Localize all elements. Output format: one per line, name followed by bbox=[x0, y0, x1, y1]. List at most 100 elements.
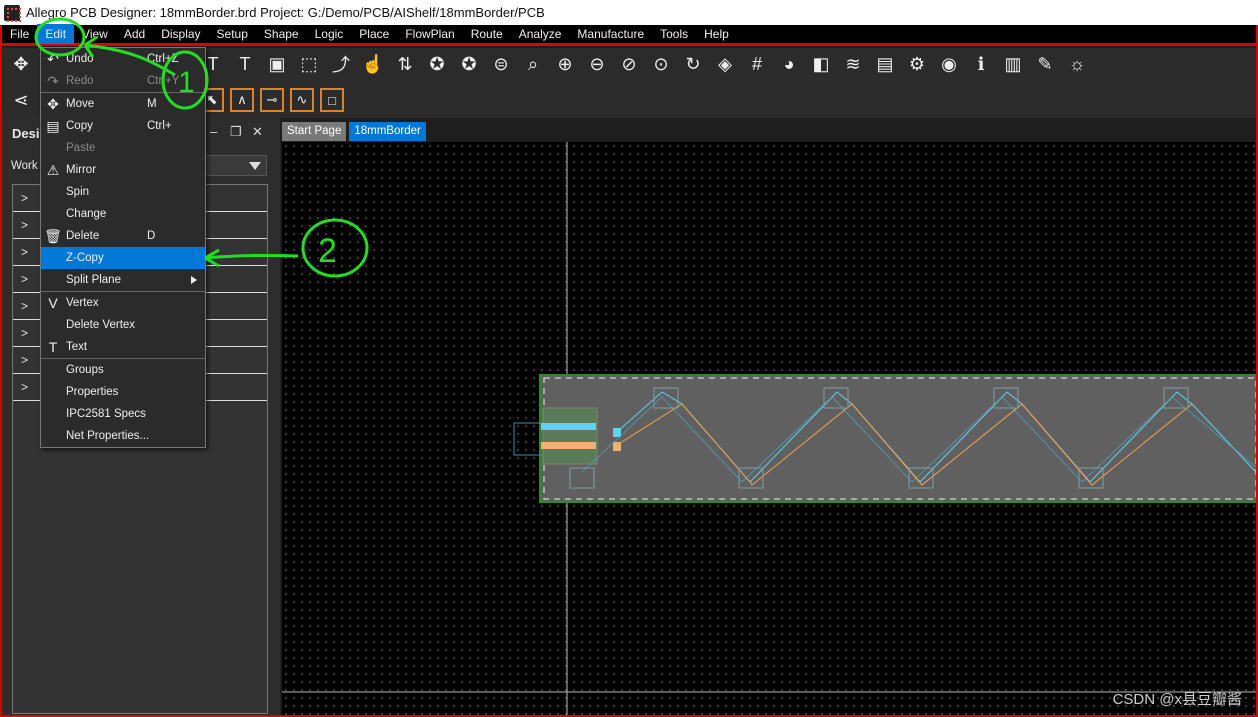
menu-item-label: Groups bbox=[66, 364, 104, 376]
menu-item-delete-vertex[interactable]: Delete Vertex bbox=[41, 314, 205, 336]
menu-item-split-plane[interactable]: Split Plane bbox=[41, 269, 205, 291]
fanout-icon[interactable]: ⊸ bbox=[260, 88, 284, 112]
menu-item-ipc2581-specs[interactable]: IPC2581 Specs bbox=[41, 403, 205, 425]
menu-item-z-copy[interactable]: Z-Copy bbox=[41, 247, 205, 269]
menu-item-label: Delete Vertex bbox=[66, 319, 136, 331]
document-tabs: Start Page 18mmBorder bbox=[282, 122, 426, 141]
info-icon[interactable]: ℹ bbox=[968, 51, 994, 77]
zoom-fit-icon[interactable]: ⊜ bbox=[488, 51, 514, 77]
brightness-icon[interactable]: ☼ bbox=[1064, 51, 1090, 77]
watermark: CSDN @x县豆瓣酱 bbox=[1112, 691, 1242, 708]
menu-item-mirror[interactable]: ⚠ Mirror bbox=[41, 159, 205, 181]
report-icon[interactable]: ▤ bbox=[872, 51, 898, 77]
menu-item-vertex[interactable]: V Vertex bbox=[41, 292, 205, 314]
menu-item-label: Delete bbox=[66, 230, 100, 242]
menu-item-label: Split Plane bbox=[66, 274, 121, 286]
shadow-icon[interactable]: ◧ bbox=[808, 51, 834, 77]
trash-icon: 🗑 bbox=[44, 228, 62, 244]
menu-file[interactable]: File bbox=[2, 24, 37, 44]
zoom-world-icon[interactable]: ⊙ bbox=[648, 51, 674, 77]
measure-icon[interactable]: ▥ bbox=[1000, 51, 1026, 77]
chevron-right-icon: > bbox=[21, 218, 29, 232]
menu-edit[interactable]: Edit bbox=[37, 24, 75, 44]
menu-item-properties[interactable]: Properties bbox=[41, 381, 205, 403]
3d-view-icon[interactable]: ◈ bbox=[712, 51, 738, 77]
visibility-icon[interactable]: ◉ bbox=[936, 51, 962, 77]
menu-item-label: Copy bbox=[66, 120, 93, 132]
frame-icon[interactable]: □ bbox=[320, 88, 344, 112]
menu-item-delete[interactable]: 🗑 Delete D bbox=[41, 225, 205, 247]
menu-item-change[interactable]: Change bbox=[41, 203, 205, 225]
menu-item-net-properties[interactable]: Net Properties... bbox=[41, 425, 205, 447]
menu-add[interactable]: Add bbox=[116, 24, 153, 44]
zoom-window-icon[interactable]: ⌕ bbox=[520, 51, 546, 77]
menu-item-undo[interactable]: ↶ Undo Ctrl+Z bbox=[41, 48, 205, 70]
bump-icon[interactable]: ∧ bbox=[230, 88, 254, 112]
unrats-icon[interactable]: ✪ bbox=[424, 51, 450, 77]
menu-item-redo[interactable]: ↷ Redo Ctrl+Y bbox=[41, 70, 205, 92]
text-icon: T bbox=[48, 339, 58, 355]
grid-icon[interactable]: # bbox=[744, 51, 770, 77]
mirror-icon: ⚠ bbox=[46, 162, 60, 178]
zoom-out-icon[interactable]: ⊖ bbox=[584, 51, 610, 77]
place-component-icon[interactable]: ▣ bbox=[264, 51, 290, 77]
move-icon: ✥ bbox=[47, 96, 59, 112]
paint-icon[interactable]: ✎ bbox=[1032, 51, 1058, 77]
menu-manufacture[interactable]: Manufacture bbox=[569, 24, 652, 44]
menu-item-paste[interactable]: Paste bbox=[41, 137, 205, 159]
tab-start-page[interactable]: Start Page bbox=[282, 122, 347, 141]
menu-display[interactable]: Display bbox=[153, 24, 208, 44]
menu-flowplan[interactable]: FlowPlan bbox=[397, 24, 462, 44]
slide-icon[interactable]: ☝ bbox=[360, 51, 386, 77]
menu-item-shortcut: Ctrl+ bbox=[147, 120, 172, 132]
rats-icon[interactable]: ✪ bbox=[456, 51, 482, 77]
menu-view[interactable]: View bbox=[74, 24, 116, 44]
menu-logic[interactable]: Logic bbox=[307, 24, 352, 44]
delay-tune-icon[interactable]: ⇅ bbox=[392, 51, 418, 77]
close-panel-button[interactable]: ✕ bbox=[252, 124, 263, 140]
menu-item-label: Move bbox=[66, 98, 95, 110]
menu-route[interactable]: Route bbox=[463, 24, 511, 44]
move-icon[interactable]: ✥ bbox=[8, 51, 34, 77]
menu-analyze[interactable]: Analyze bbox=[511, 24, 570, 44]
redraw-icon[interactable]: ↻ bbox=[680, 51, 706, 77]
share-icon[interactable]: ⋖ bbox=[8, 87, 34, 113]
route-icon[interactable]: ⤴ bbox=[328, 51, 354, 77]
float-panel-button[interactable]: ❐ bbox=[230, 124, 242, 140]
panel-title: Desi bbox=[12, 126, 40, 141]
menu-item-move[interactable]: ✥ Move M bbox=[41, 93, 205, 115]
board-outline bbox=[539, 374, 1256, 503]
menu-shape[interactable]: Shape bbox=[256, 24, 307, 44]
menu-item-groups[interactable]: Groups bbox=[41, 359, 205, 381]
zoom-in-icon[interactable]: ⊕ bbox=[552, 51, 578, 77]
waveform-icon[interactable]: ∿ bbox=[290, 88, 314, 112]
menu-item-text[interactable]: T Text bbox=[41, 336, 205, 358]
menu-item-label: Net Properties... bbox=[66, 430, 150, 442]
menu-item-label: Text bbox=[66, 341, 88, 353]
submenu-arrow-icon bbox=[191, 276, 201, 284]
menu-help[interactable]: Help bbox=[696, 24, 737, 44]
color-icon[interactable]: ◕ bbox=[776, 51, 802, 77]
menu-item-label: Redo bbox=[66, 75, 94, 87]
zoom-previous-icon[interactable]: ⊘ bbox=[616, 51, 642, 77]
minimize-panel-button[interactable]: ‒ bbox=[210, 124, 217, 139]
menu-item-label: IPC2581 Specs bbox=[66, 408, 146, 420]
edit-menu-dropdown: ↶ Undo Ctrl+Z ↷ Redo Ctrl+Y ✥ Move M ▤ Copy Ctrl+ Pa… bbox=[40, 47, 206, 448]
window-title: Allegro PCB Designer: 18mmBorder.brd Pro… bbox=[26, 5, 545, 20]
chip-select-icon[interactable]: ⬚ bbox=[296, 51, 322, 77]
layers-icon[interactable]: ≋ bbox=[840, 51, 866, 77]
menu-setup[interactable]: Setup bbox=[209, 24, 256, 44]
menu-item-shortcut: Ctrl+Z bbox=[147, 53, 179, 65]
workflow-label: Work bbox=[11, 160, 38, 172]
menu-item-spin[interactable]: Spin bbox=[41, 181, 205, 203]
pcb-canvas[interactable] bbox=[282, 142, 1256, 715]
menu-item-copy[interactable]: ▤ Copy Ctrl+ bbox=[41, 115, 205, 137]
edit-text-icon[interactable]: T bbox=[232, 51, 258, 77]
menu-place[interactable]: Place bbox=[351, 24, 397, 44]
tab-18mmborder[interactable]: 18mmBorder bbox=[349, 122, 426, 141]
menu-item-label: Mirror bbox=[66, 164, 97, 176]
chevron-right-icon: > bbox=[21, 299, 29, 313]
menu-tools[interactable]: Tools bbox=[652, 24, 696, 44]
settings-icon[interactable]: ⚙ bbox=[904, 51, 930, 77]
pad-orange bbox=[541, 442, 596, 449]
